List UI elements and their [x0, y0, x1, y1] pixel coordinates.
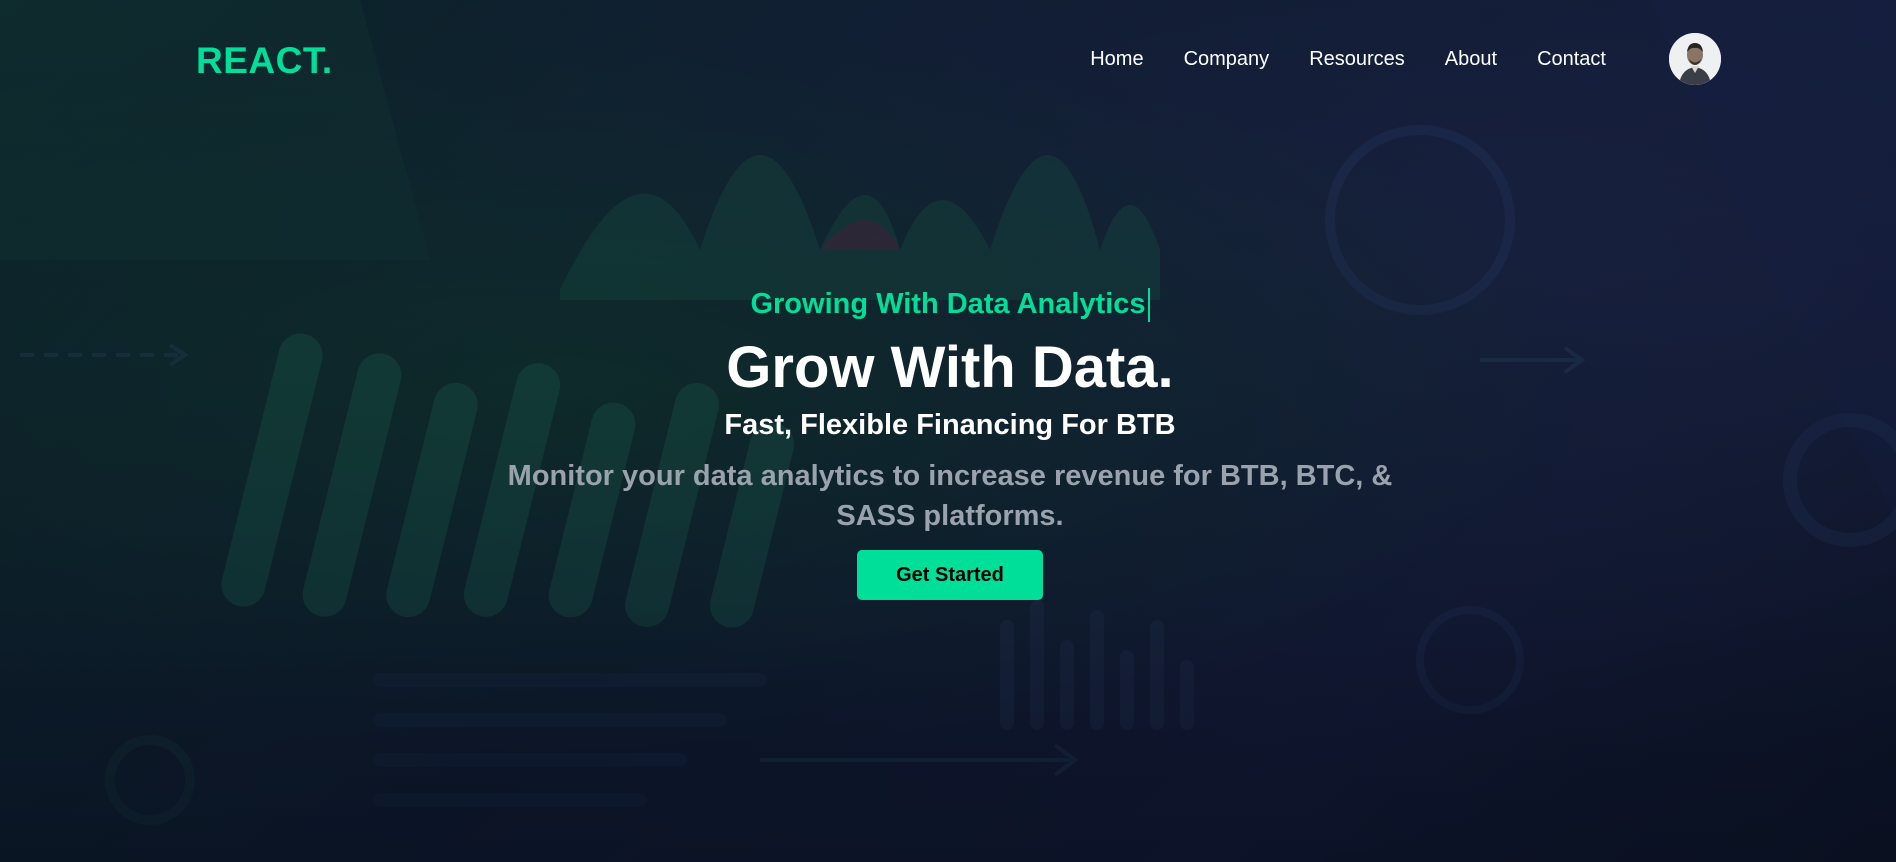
- nav-item-company[interactable]: Company: [1164, 48, 1290, 71]
- nav-item-home[interactable]: Home: [1070, 48, 1163, 71]
- user-avatar[interactable]: [1669, 33, 1721, 85]
- get-started-button[interactable]: Get Started: [857, 550, 1043, 600]
- navbar: REACT. Home Company Resources About Cont…: [0, 0, 1896, 120]
- hero-eyebrow: Growing With Data Analytics: [0, 280, 1896, 328]
- nav-item-about[interactable]: About: [1425, 48, 1517, 71]
- hero-description: Monitor your data analytics to increase …: [507, 460, 1393, 532]
- brand-logo[interactable]: REACT.: [196, 40, 333, 82]
- user-avatar-icon: [1669, 33, 1721, 85]
- hero-subheadline: Fast, Flexible Financing For BTB: [724, 409, 1176, 441]
- nav-menu: Home Company Resources About Contact: [1070, 48, 1626, 71]
- hero-content: Growing With Data Analytics Grow With Da…: [0, 280, 1896, 600]
- typing-cursor: [1147, 288, 1150, 323]
- nav-item-contact[interactable]: Contact: [1517, 48, 1626, 71]
- hero-eyebrow-text: Growing With Data Analytics: [750, 288, 1146, 320]
- nav-item-resources[interactable]: Resources: [1289, 48, 1425, 71]
- hero-headline: Grow With Data.: [726, 335, 1174, 400]
- hero-section: REACT. Home Company Resources About Cont…: [0, 0, 1896, 862]
